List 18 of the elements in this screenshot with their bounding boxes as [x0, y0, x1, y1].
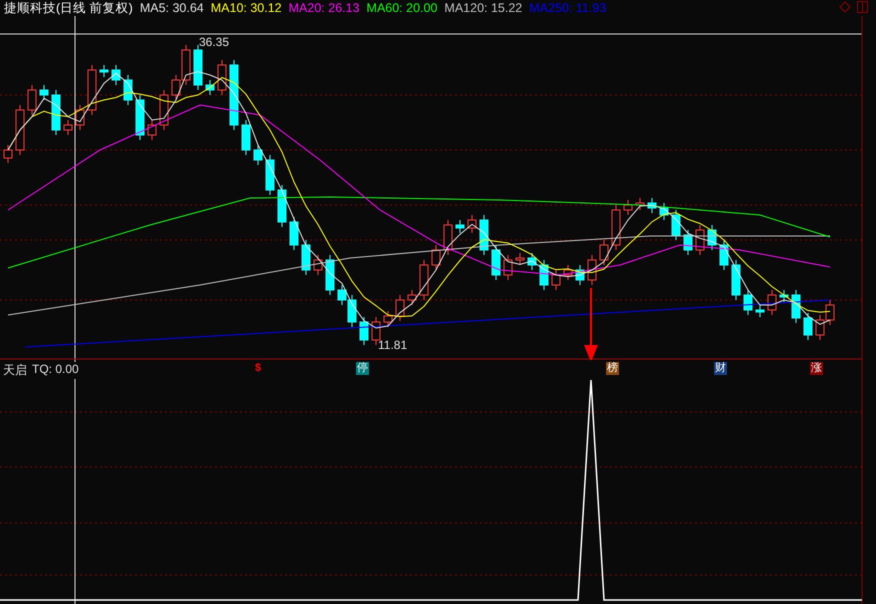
down-arrow-icon: [584, 288, 598, 360]
indicator-value: MA5: 30.64: [140, 1, 204, 15]
signal-marker: 财: [714, 362, 727, 375]
indicator-value: MA250: 11.93: [529, 1, 606, 15]
split-window-icon[interactable]: [857, 1, 868, 13]
price-label: 36.35: [199, 35, 230, 49]
indicator-value: MA120: 15.22: [444, 1, 522, 15]
signal-marker: $: [254, 362, 262, 375]
signal-marker: 涨: [810, 362, 823, 375]
stock-title: 捷顺科技(日线 前复权): [4, 0, 133, 16]
indicator-reading: TQ: 0.00: [32, 362, 79, 379]
indicator-value: MA10: 30.12: [210, 1, 282, 15]
signal-marker: 停: [356, 362, 369, 375]
indicator-value: MA60: 20.00: [366, 1, 438, 15]
diamond-icon[interactable]: [839, 1, 851, 13]
signal-marker: 榜: [606, 362, 619, 375]
indicator-value: MA20: 26.13: [288, 1, 360, 15]
price-label: 11.81: [378, 338, 408, 352]
